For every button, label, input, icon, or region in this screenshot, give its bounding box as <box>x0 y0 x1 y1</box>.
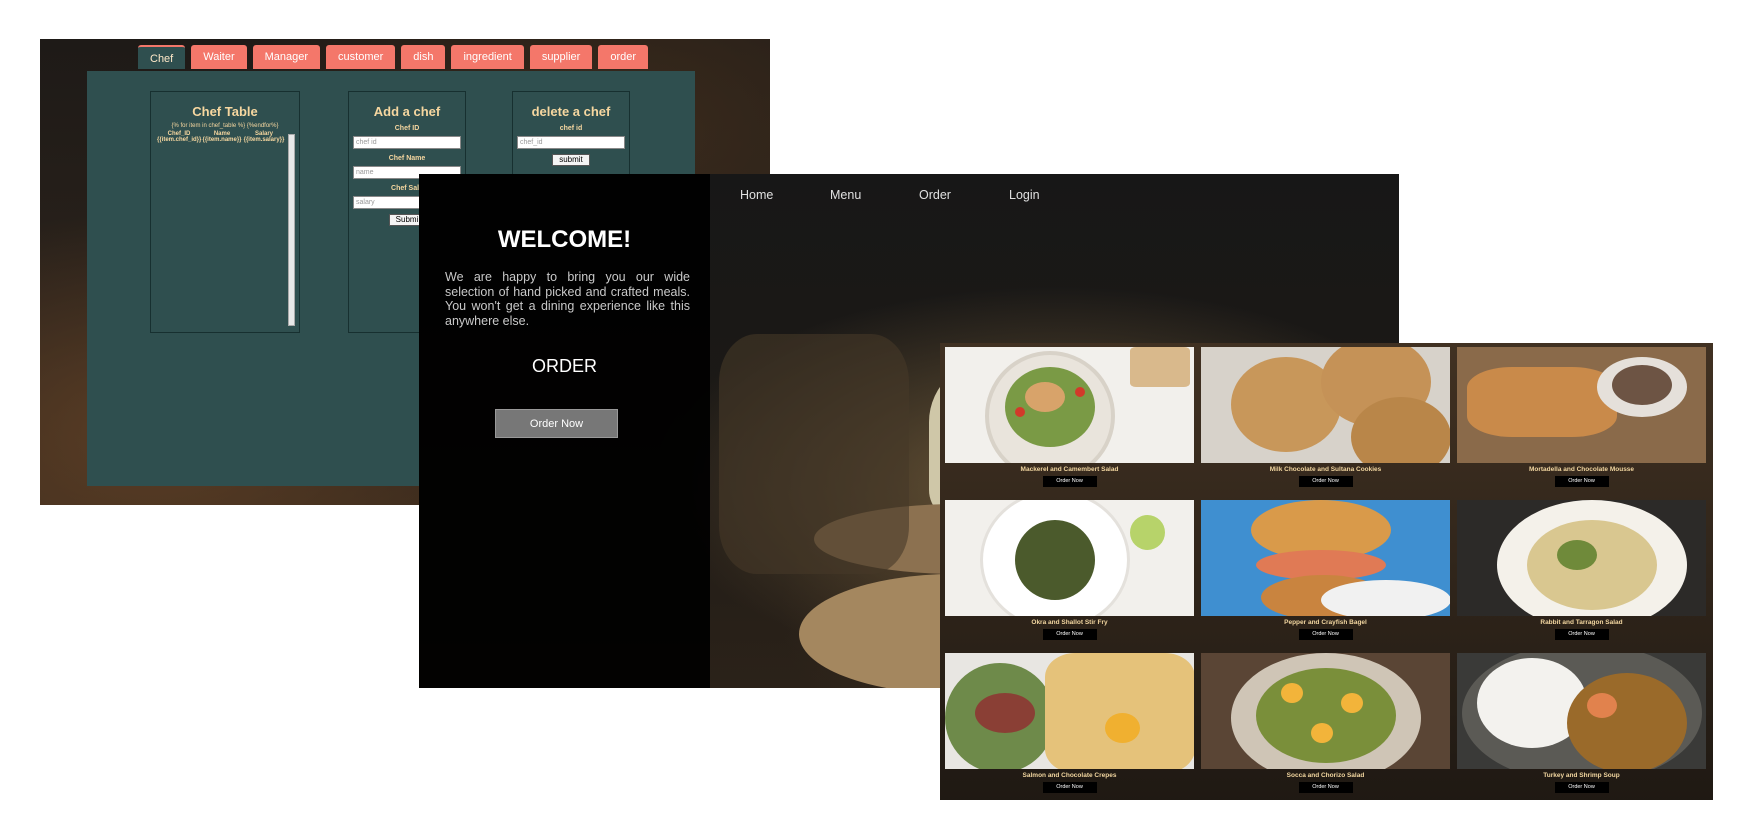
delete-chef-id-input[interactable]: chef_id <box>517 136 625 149</box>
cookies-photo-icon <box>1201 347 1450 463</box>
menu-item: Milk Chocolate and Sultana Cookies Order… <box>1201 347 1450 487</box>
menu-item: Rabbit and Tarragon Salad Order Now <box>1457 500 1706 640</box>
menu-item: Pepper and Crayfish Bagel Order Now <box>1201 500 1450 640</box>
dish-name: Rabbit and Tarragon Salad <box>1540 619 1623 626</box>
welcome-panel: WELCOME! We are happy to bring you our w… <box>419 174 710 688</box>
dish-order-button[interactable]: Order Now <box>1554 782 1609 793</box>
nav-order[interactable]: Order <box>919 188 951 202</box>
tab-supplier[interactable]: supplier <box>529 45 593 69</box>
nav-menu[interactable]: Menu <box>830 188 861 202</box>
menu-item: Salmon and Chocolate Crepes Order Now <box>945 653 1194 793</box>
tab-chef[interactable]: Chef <box>138 45 186 69</box>
tab-order[interactable]: order <box>598 45 649 69</box>
chef-table: Chef_ID Name Salary {{item.chef_id}} {{i… <box>157 131 299 143</box>
tab-manager[interactable]: Manager <box>252 45 321 69</box>
menu-item: Turkey and Shrimp Soup Order Now <box>1457 653 1706 793</box>
dish-name: Mackerel and Camembert Salad <box>1020 466 1119 473</box>
chef-id-input[interactable]: chef id <box>353 136 461 149</box>
dish-name: Milk Chocolate and Sultana Cookies <box>1269 466 1382 473</box>
tab-ingredient[interactable]: ingredient <box>451 45 524 69</box>
delete-chef-id-label: chef id <box>559 125 583 132</box>
gumbo-photo-icon <box>1457 653 1706 769</box>
intro-text: We are happy to bring you our wide selec… <box>445 270 690 328</box>
table-scrollbar[interactable] <box>288 134 295 326</box>
table-cell-name: {{item.name}} <box>202 137 242 143</box>
tab-customer[interactable]: customer <box>326 45 396 69</box>
basket-image <box>719 334 909 574</box>
dish-order-button[interactable]: Order Now <box>1042 629 1097 640</box>
crepes-photo-icon <box>945 653 1194 769</box>
welcome-heading: WELCOME! <box>497 226 632 253</box>
chef-table-card: Chef Table {% for item in chef_table %} … <box>150 91 300 333</box>
delete-chef-submit-button[interactable]: submit <box>552 154 590 166</box>
dish-order-button[interactable]: Order Now <box>1042 476 1097 487</box>
dish-order-button[interactable]: Order Now <box>1298 476 1353 487</box>
menu-item: Mortadella and Chocolate Mousse Order No… <box>1457 347 1706 487</box>
menu-item: Socca and Chorizo Salad Order Now <box>1201 653 1450 793</box>
dish-name: Pepper and Crayfish Bagel <box>1284 619 1367 626</box>
dish-name: Socca and Chorizo Salad <box>1286 772 1365 779</box>
salad-photo-icon <box>945 347 1194 463</box>
template-loop-text: {% for item in chef_table %} {%endfor%} <box>171 123 279 129</box>
dish-name: Okra and Shallot Stir Fry <box>1031 619 1108 626</box>
menu-item: Mackerel and Camembert Salad Order Now <box>945 347 1194 487</box>
chef-id-label: Chef ID <box>394 125 420 132</box>
tab-waiter[interactable]: Waiter <box>191 45 247 69</box>
egg-salad-photo-icon <box>1201 653 1450 769</box>
dish-order-button[interactable]: Order Now <box>1554 476 1609 487</box>
dish-name: Salmon and Chocolate Crepes <box>1022 772 1117 779</box>
dish-name: Turkey and Shrimp Soup <box>1543 772 1620 779</box>
add-chef-title: Add a chef <box>373 104 441 119</box>
nav-home[interactable]: Home <box>740 188 773 202</box>
dish-order-button[interactable]: Order Now <box>1554 629 1609 640</box>
table-cell-salary: {{item.salary}} <box>243 137 285 143</box>
nav-login[interactable]: Login <box>1009 188 1040 202</box>
toast-photo-icon <box>1457 347 1706 463</box>
okra-photo-icon <box>945 500 1194 616</box>
menu-screen: Mackerel and Camembert Salad Order Now M… <box>940 343 1713 800</box>
order-heading: ORDER <box>531 356 597 376</box>
table-cell-chef-id: {{item.chef_id}} <box>157 137 202 143</box>
chef-table-title: Chef Table <box>192 104 258 119</box>
bagel-photo-icon <box>1201 500 1450 616</box>
pasta-photo-icon <box>1457 500 1706 616</box>
dish-name: Mortadella and Chocolate Mousse <box>1528 466 1635 473</box>
collage: Chef Waiter Manager customer dish ingred… <box>0 0 1753 840</box>
chef-name-label: Chef Name <box>388 155 426 162</box>
delete-chef-title: delete a chef <box>531 104 611 119</box>
tab-dish[interactable]: dish <box>401 45 446 69</box>
order-now-button[interactable]: Order Now <box>495 409 618 438</box>
admin-tab-bar: Chef Waiter Manager customer dish ingred… <box>138 45 649 69</box>
dish-order-button[interactable]: Order Now <box>1298 782 1353 793</box>
dish-order-button[interactable]: Order Now <box>1042 782 1097 793</box>
dish-order-button[interactable]: Order Now <box>1298 629 1353 640</box>
menu-item: Okra and Shallot Stir Fry Order Now <box>945 500 1194 640</box>
